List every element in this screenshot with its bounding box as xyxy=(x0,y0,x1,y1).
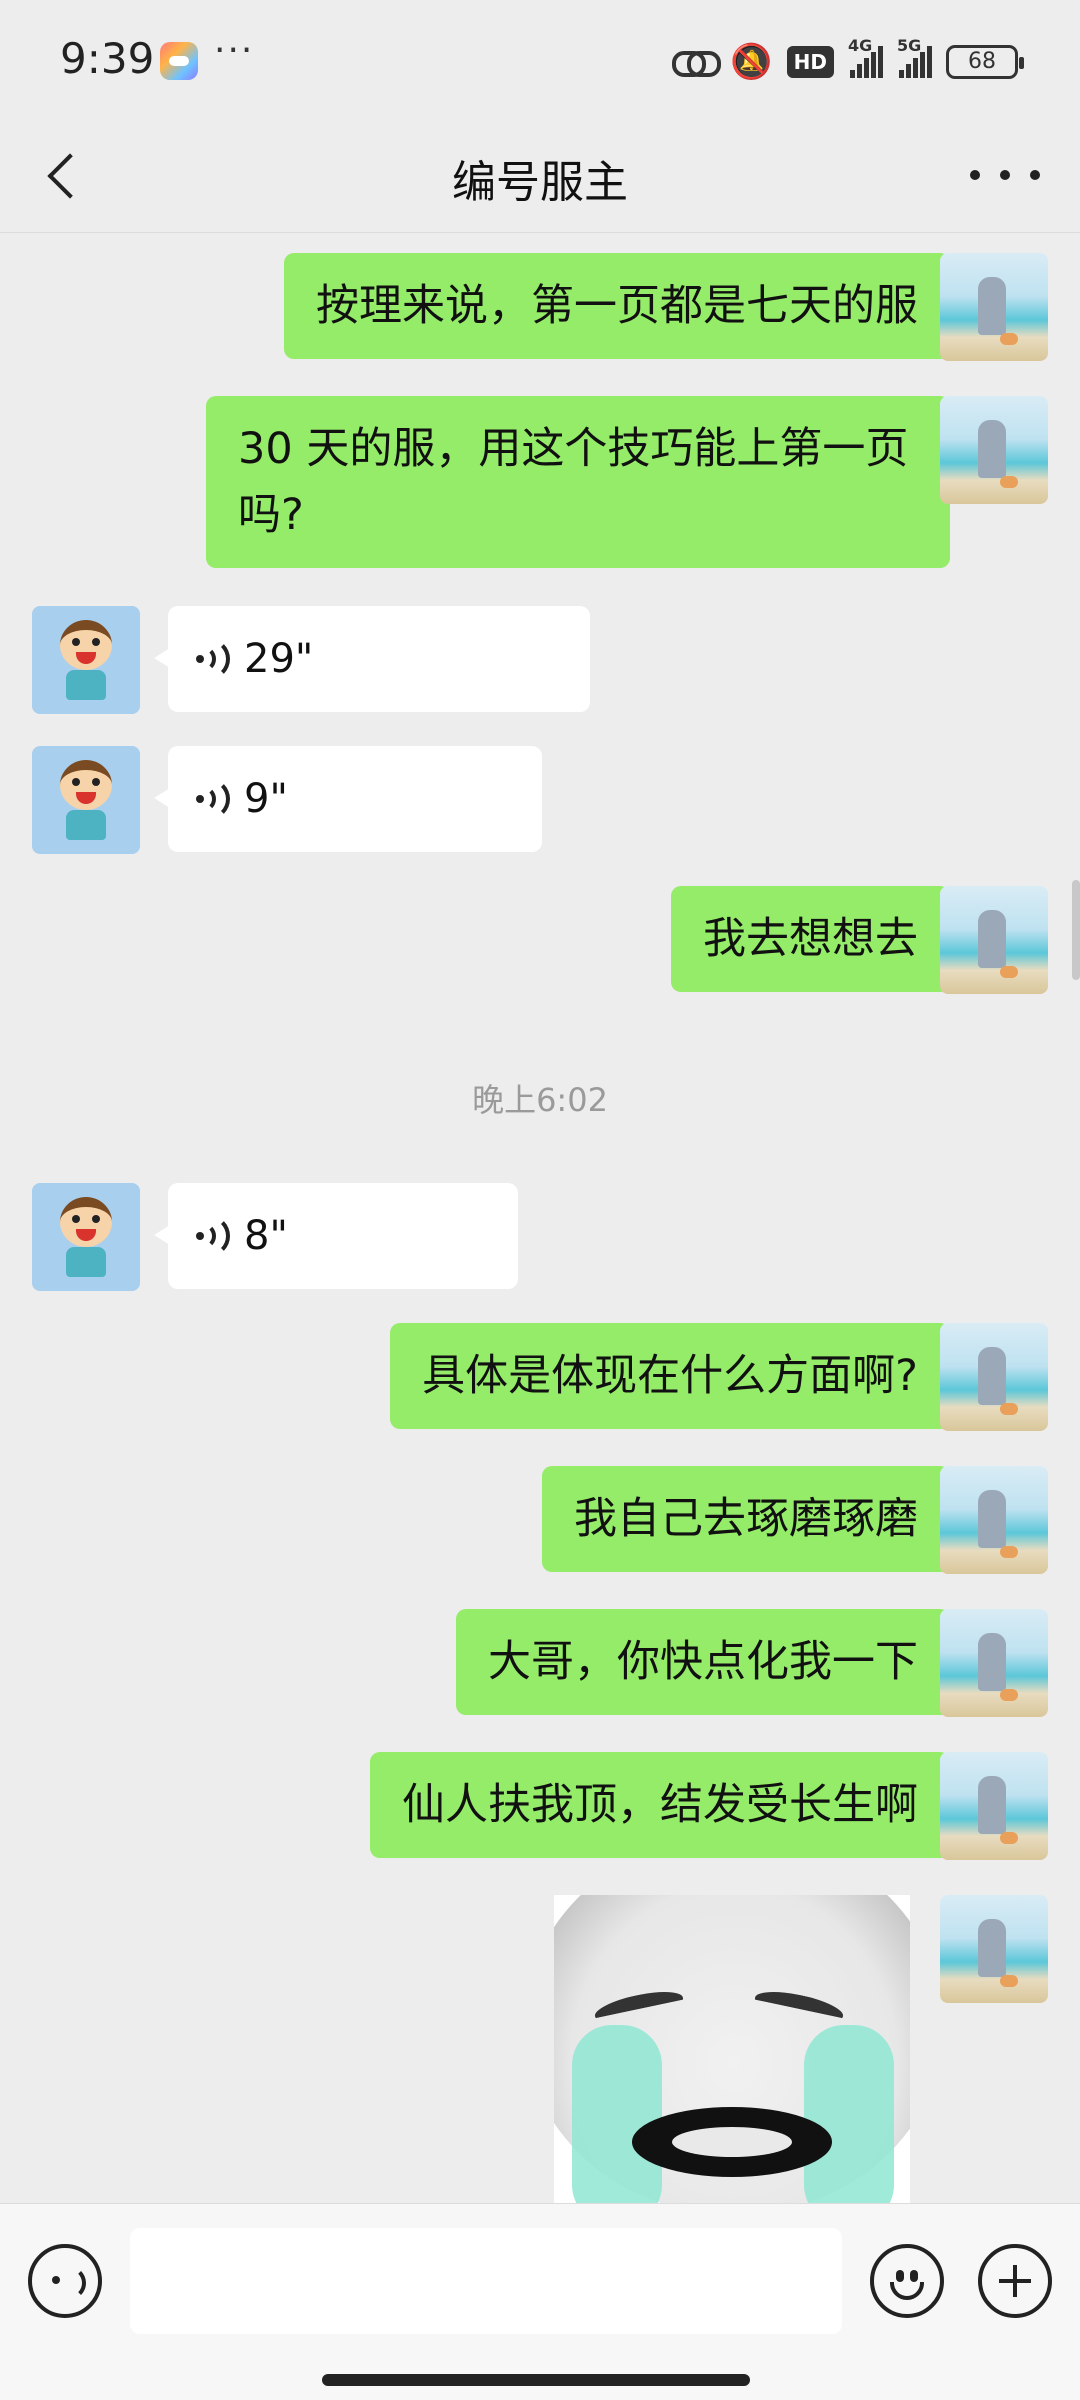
mute-bell-icon: 🔕 xyxy=(730,42,773,82)
link-icon xyxy=(672,47,722,77)
scrollbar-thumb[interactable] xyxy=(1072,880,1080,980)
voice-wave-icon xyxy=(194,1215,230,1257)
message-list[interactable]: 按理来说，第一页都是七天的服 30 天的服，用这个技巧能上第一页吗? 29" 9… xyxy=(0,233,1080,2203)
voice-message[interactable]: 8" xyxy=(154,1183,518,1289)
message-bubble-self[interactable]: 按理来说，第一页都是七天的服 xyxy=(284,253,964,359)
net-5g-label: 5G xyxy=(897,36,922,55)
message-bubble-self[interactable]: 30 天的服，用这个技巧能上第一页吗? xyxy=(206,396,964,568)
self-avatar[interactable] xyxy=(940,1752,1048,1860)
self-avatar[interactable] xyxy=(940,253,1048,361)
chat-title: 编号服主 xyxy=(452,157,628,208)
friend-avatar[interactable] xyxy=(32,606,140,714)
home-indicator[interactable] xyxy=(322,2374,750,2386)
voice-message[interactable]: 9" xyxy=(154,746,542,852)
self-avatar[interactable] xyxy=(940,886,1048,994)
status-bar: 9:39 ··· 🔕 HD 4G 5G 68 xyxy=(0,0,1080,120)
sticker-message[interactable] xyxy=(554,1895,910,2203)
message-input[interactable] xyxy=(130,2228,842,2334)
self-avatar[interactable] xyxy=(940,1466,1048,1574)
voice-duration: 8" xyxy=(244,1213,288,1259)
status-indicators: 🔕 HD 4G 5G 68 xyxy=(672,36,1024,84)
game-app-icon xyxy=(160,42,198,80)
message-bubble-self[interactable]: 具体是体现在什么方面啊? xyxy=(390,1323,964,1429)
battery-icon: 68 xyxy=(946,45,1024,79)
voice-duration: 9" xyxy=(244,776,288,822)
message-bubble-self[interactable]: 仙人扶我顶，结发受长生啊 xyxy=(370,1752,964,1858)
plus-icon[interactable] xyxy=(978,2244,1052,2318)
more-icon[interactable] xyxy=(970,150,1040,200)
self-avatar[interactable] xyxy=(940,1609,1048,1717)
self-avatar[interactable] xyxy=(940,1323,1048,1431)
hd-badge: HD xyxy=(786,46,834,78)
input-bar xyxy=(0,2203,1080,2400)
voice-message[interactable]: 29" xyxy=(154,606,590,712)
voice-wave-icon xyxy=(194,778,230,820)
signal-5g-icon: 5G xyxy=(897,36,932,78)
message-bubble-self[interactable]: 大哥，你快点化我一下 xyxy=(456,1609,964,1715)
message-bubble-self[interactable]: 我自己去琢磨琢磨 xyxy=(542,1466,964,1572)
voice-wave-icon xyxy=(194,638,230,680)
voice-input-icon[interactable] xyxy=(28,2244,102,2318)
chat-header: 编号服主 xyxy=(0,120,1080,232)
status-overflow-dots: ··· xyxy=(214,30,255,71)
message-bubble-self[interactable]: 我去想想去 xyxy=(671,886,964,992)
self-avatar[interactable] xyxy=(940,396,1048,504)
friend-avatar[interactable] xyxy=(32,1183,140,1291)
friend-avatar[interactable] xyxy=(32,746,140,854)
voice-duration: 29" xyxy=(244,636,314,682)
self-avatar[interactable] xyxy=(940,1895,1048,2003)
time-divider: 晚上6:02 xyxy=(472,1081,608,1119)
net-4g-label: 4G xyxy=(848,36,873,55)
emoji-icon[interactable] xyxy=(870,2244,944,2318)
status-time: 9:39 xyxy=(60,34,155,83)
signal-4g-icon: 4G xyxy=(848,36,883,78)
